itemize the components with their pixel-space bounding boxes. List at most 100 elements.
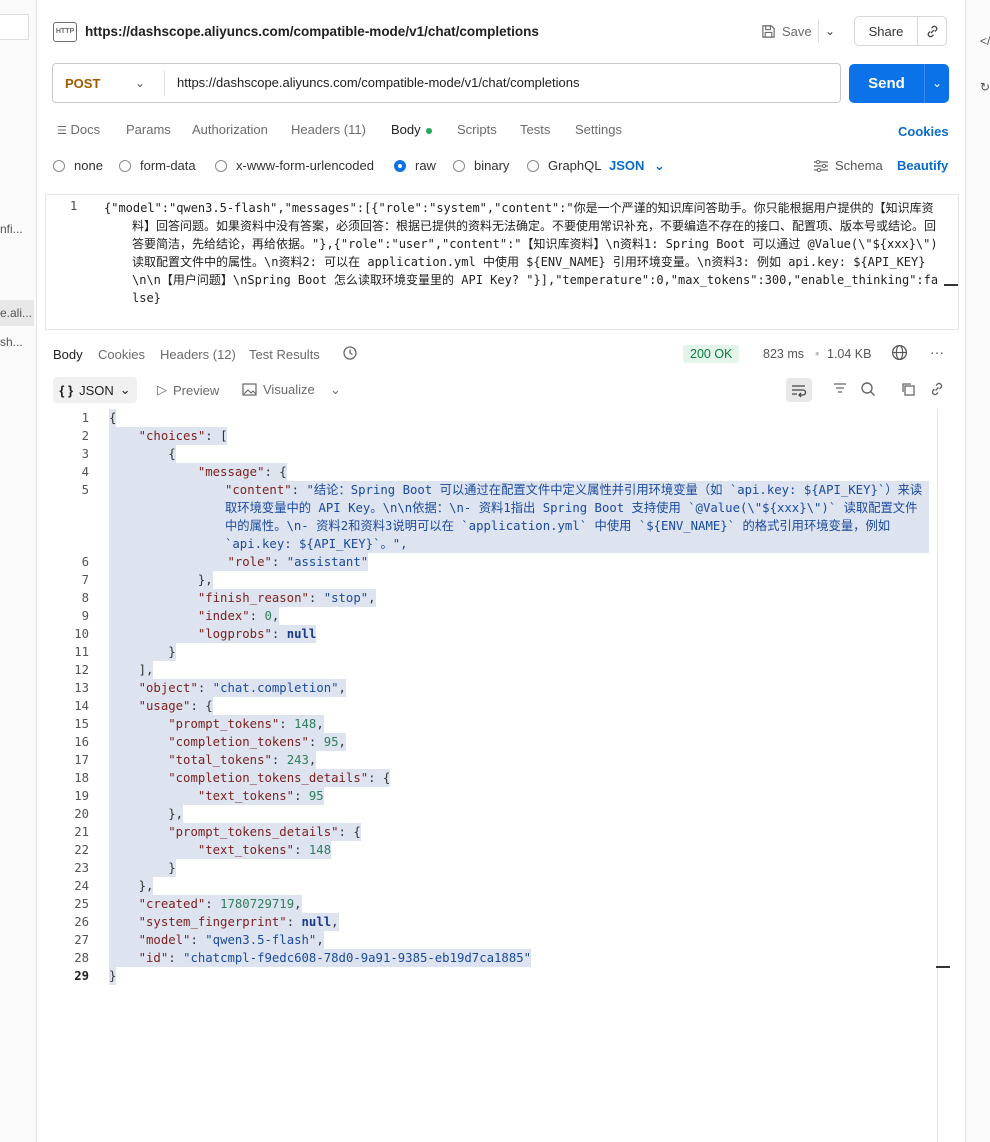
created-value: 1780729719 (220, 897, 295, 911)
visualize-label: Visualize (263, 382, 315, 397)
request-body-code[interactable]: {"model":"qwen3.5-flash","messages":[{"r… (104, 199, 939, 307)
request-title[interactable]: https://dashscope.aliyuncs.com/compatibl… (85, 24, 539, 39)
response-size[interactable]: 1.04 KB (827, 347, 871, 361)
visualize-button[interactable]: Visualize (242, 382, 315, 397)
radio-circle-selected (394, 159, 406, 172)
beautify-button[interactable]: Beautify (897, 158, 948, 173)
total-tokens-value: 243 (286, 753, 309, 767)
save-label: Save (782, 23, 812, 39)
chevron-down-icon: ⌄ (119, 382, 131, 397)
sidebar-item-fragment[interactable]: sh... (0, 335, 34, 349)
play-icon: ▷ (157, 382, 167, 397)
tab-settings[interactable]: Settings (575, 122, 622, 137)
radio-urlencoded[interactable]: x-www-form-urlencoded (215, 158, 374, 173)
tab-headers[interactable]: Headers (11) (291, 122, 366, 137)
response-tab-body[interactable]: Body (53, 347, 83, 362)
status-badge[interactable]: 200 OK (683, 345, 740, 363)
index-value: 0 (264, 609, 272, 623)
http-request-icon: HTTP (53, 22, 77, 42)
response-format-select[interactable]: { } JSON ⌄ (53, 377, 137, 403)
text-tokens-value: 95 (308, 789, 324, 803)
prompt-tokens-value: 148 (294, 717, 317, 731)
globe-icon[interactable] (891, 344, 908, 364)
copy-link-button[interactable] (917, 16, 947, 46)
format-label: JSON (79, 382, 114, 398)
schema-button[interactable]: Schema (813, 158, 883, 173)
chevron-down-icon[interactable]: ⌄ (330, 382, 341, 398)
method-select[interactable]: POST (65, 76, 100, 91)
schema-icon (814, 159, 828, 172)
text-tokens-value: 148 (308, 843, 332, 857)
request-workspace: HTTP https://dashscope.aliyuncs.com/comp… (37, 0, 964, 1142)
raw-format-select[interactable]: JSON ⌄ (609, 158, 665, 174)
chevron-down-icon[interactable]: ⌄ (825, 24, 835, 38)
chevron-down-icon[interactable]: ⌄ (135, 76, 145, 90)
tab-tests[interactable]: Tests (520, 122, 550, 137)
object-value: chat.completion (220, 681, 332, 695)
response-history-icon[interactable] (342, 345, 358, 364)
preview-button[interactable]: ▷ Preview (157, 382, 219, 398)
finish-reason-value: stop (331, 591, 361, 605)
tab-body[interactable]: Body (391, 122, 432, 137)
filter-icon[interactable] (832, 381, 848, 400)
radio-none[interactable]: none (53, 158, 103, 173)
url-input[interactable]: https://dashscope.aliyuncs.com/compatibl… (177, 75, 579, 90)
link-icon (927, 25, 937, 37)
sidebar-search-box[interactable] (0, 14, 29, 40)
response-tab-test-results[interactable]: Test Results (249, 347, 320, 362)
response-body-code[interactable]: 1{ 2 "choices": [ 3 { 4 "message": { 5 "… (37, 409, 937, 985)
tab-params[interactable]: Params (126, 122, 171, 137)
line-number: 1 (70, 199, 78, 213)
radio-graphql[interactable]: GraphQL (527, 158, 601, 173)
save-icon (762, 24, 775, 38)
model-value: qwen3.5-flash (212, 933, 309, 947)
more-options-icon[interactable]: ··· (930, 344, 944, 360)
tab-authorization[interactable]: Authorization (192, 122, 268, 137)
tab-docs[interactable]: ☰ Docs (57, 122, 100, 137)
history-icon[interactable]: ↻ (980, 80, 990, 94)
id-value: chatcmpl-f9edc608-78d0-9a91-9385-eb19d7c… (190, 951, 524, 965)
search-icon[interactable] (860, 381, 876, 400)
send-options-chevron-icon[interactable]: ⌄ (924, 64, 949, 103)
divider (164, 70, 165, 96)
radio-circle (215, 159, 227, 172)
radio-circle (527, 159, 539, 172)
radio-form-data[interactable]: form-data (119, 158, 196, 173)
response-tab-headers[interactable]: Headers (12) (160, 347, 236, 362)
radio-label: GraphQL (548, 158, 602, 173)
completion-tokens-value: 95 (323, 735, 339, 749)
braces-icon: { } (59, 382, 74, 398)
code-icon[interactable]: </ (980, 34, 990, 48)
cookies-link[interactable]: Cookies (898, 124, 949, 139)
tab-label: Docs (70, 122, 101, 137)
schema-label: Schema (835, 158, 883, 173)
tab-scripts[interactable]: Scripts (457, 122, 497, 137)
editor-scroll-marker[interactable] (936, 966, 950, 968)
sidebar-item-fragment[interactable]: nfi... (0, 222, 34, 236)
link-icon[interactable] (929, 381, 945, 400)
format-label: JSON (609, 158, 645, 173)
image-icon (242, 383, 257, 396)
radio-raw[interactable]: raw (394, 158, 436, 173)
copy-icon[interactable] (900, 381, 916, 400)
send-button[interactable]: Send (849, 64, 924, 103)
wrap-lines-button[interactable] (786, 378, 812, 402)
radio-label: none (74, 158, 103, 173)
tab-label: Body (391, 122, 421, 137)
save-button[interactable]: Save (761, 16, 812, 46)
response-time[interactable]: 823 ms (763, 347, 804, 361)
response-tab-cookies[interactable]: Cookies (98, 347, 145, 362)
radio-label: binary (474, 158, 510, 173)
radio-label: raw (415, 158, 436, 173)
content-line: "content": "结论：Spring Boot 可以通过在配置文件中定义属… (109, 481, 929, 553)
wrap-icon (792, 385, 807, 398)
sidebar-item-fragment-selected[interactable]: e.ali... (0, 300, 34, 326)
radio-binary[interactable]: binary (453, 158, 509, 173)
request-body-editor[interactable]: 1 {"model":"qwen3.5-flash","messages":[{… (45, 194, 959, 330)
editor-scroll-marker[interactable] (944, 284, 958, 286)
radio-circle (119, 159, 131, 172)
docs-icon: ☰ (57, 125, 67, 137)
share-button[interactable]: Share (854, 16, 918, 46)
url-bar: POST ⌄ https://dashscope.aliyuncs.com/co… (52, 63, 841, 103)
content-value: 结论：Spring Boot 可以通过在配置文件中定义属性并引用环境变量（如 `… (225, 483, 923, 551)
